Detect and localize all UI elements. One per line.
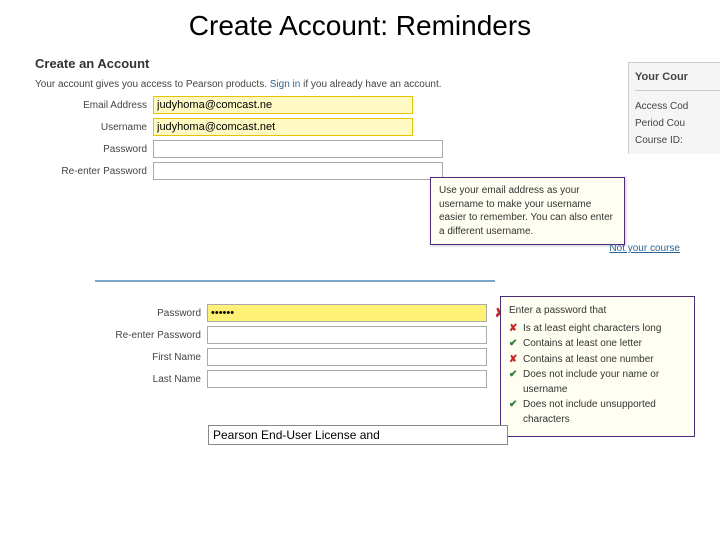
license-input[interactable] bbox=[208, 425, 508, 445]
course-sidebar: Your Cour Access Cod Period Cou Course I… bbox=[628, 62, 720, 154]
sidebar-title: Your Cour bbox=[635, 69, 720, 91]
username-label: Username bbox=[35, 122, 153, 133]
password-requirements: Enter a password that ✘Is at least eight… bbox=[500, 296, 695, 437]
req-list: ✘Is at least eight characters long✔Conta… bbox=[509, 322, 686, 428]
password1-input[interactable] bbox=[153, 140, 443, 158]
create-account-desc: Your account gives you access to Pearson… bbox=[35, 79, 720, 90]
desc-pre: Your account gives you access to Pearson… bbox=[35, 79, 270, 90]
tooltip-text: Use your email address as your username … bbox=[439, 185, 613, 237]
first-input[interactable] bbox=[207, 348, 487, 366]
row-password1: Password bbox=[35, 140, 720, 158]
email-label: Email Address bbox=[35, 100, 153, 111]
desc-post: if you already have an account. bbox=[300, 79, 441, 90]
req-text: Does not include unsupported characters bbox=[523, 398, 686, 427]
req-item: ✔Does not include your name or username bbox=[509, 368, 686, 397]
req-item: ✔Contains at least one letter bbox=[509, 337, 686, 352]
reenter1-input[interactable] bbox=[153, 162, 443, 180]
req-text: Contains at least one letter bbox=[523, 337, 642, 352]
check-icon: ✔ bbox=[509, 337, 523, 352]
req-lead: Enter a password that bbox=[509, 304, 686, 319]
signin-link[interactable]: Sign in bbox=[270, 79, 301, 90]
last-input[interactable] bbox=[207, 370, 487, 388]
req-item: ✘Contains at least one number bbox=[509, 353, 686, 368]
x-icon: ✘ bbox=[509, 322, 523, 337]
create-account-heading: Create an Account bbox=[35, 56, 720, 71]
not-your-course-link[interactable]: Not your course bbox=[609, 243, 680, 254]
row-email: Email Address bbox=[35, 96, 720, 114]
email-input[interactable] bbox=[153, 96, 413, 114]
x-icon: ✘ bbox=[509, 353, 523, 368]
sidebar-item: Period Cou bbox=[635, 116, 720, 131]
section-create-account: Create an Account Your account gives you… bbox=[0, 56, 720, 180]
reenter2-label: Re-enter Password bbox=[35, 330, 207, 341]
reenter1-label: Re-enter Password bbox=[35, 166, 153, 177]
password1-label: Password bbox=[35, 144, 153, 155]
req-item: ✘Is at least eight characters long bbox=[509, 322, 686, 337]
last-label: Last Name bbox=[35, 374, 207, 385]
sidebar-item: Course ID: bbox=[635, 133, 720, 148]
password2-label: Password bbox=[35, 308, 207, 319]
slide-title: Create Account: Reminders bbox=[0, 0, 720, 56]
row-username: Username bbox=[35, 118, 720, 136]
req-text: Is at least eight characters long bbox=[523, 322, 661, 337]
req-text: Contains at least one number bbox=[523, 353, 654, 368]
req-item: ✔Does not include unsupported characters bbox=[509, 398, 686, 427]
password2-input[interactable] bbox=[207, 304, 487, 322]
username-tooltip: Use your email address as your username … bbox=[430, 177, 625, 245]
sidebar-item: Access Cod bbox=[635, 99, 720, 114]
req-text: Does not include your name or username bbox=[523, 368, 686, 397]
check-icon: ✔ bbox=[509, 368, 523, 383]
check-icon: ✔ bbox=[509, 398, 523, 413]
first-label: First Name bbox=[35, 352, 207, 363]
reenter2-input[interactable] bbox=[207, 326, 487, 344]
username-input[interactable] bbox=[153, 118, 413, 136]
section-divider bbox=[95, 280, 495, 282]
